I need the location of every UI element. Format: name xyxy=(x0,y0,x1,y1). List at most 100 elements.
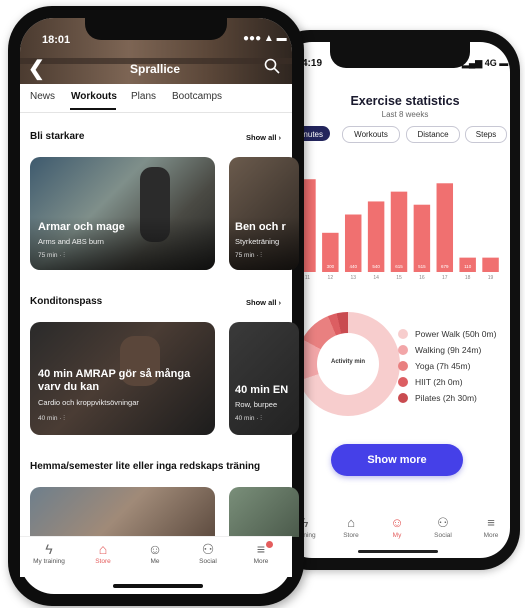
tab-store[interactable]: ⌂ Store xyxy=(78,541,128,565)
donut-legend: Power Walk (50h 0m) Walking (9h 24m) Yog… xyxy=(398,326,496,406)
front-home-indicator xyxy=(113,584,203,588)
bar-value-label: 110 xyxy=(464,264,472,269)
search-icon[interactable] xyxy=(264,58,280,74)
back-tab-social[interactable]: ⚇ Social xyxy=(428,515,458,555)
show-all-link[interactable]: Show all › xyxy=(246,133,281,142)
card-subtitle: Row, burpee xyxy=(235,400,278,409)
x-tick-label: 13 xyxy=(350,275,356,281)
back-tab-more[interactable]: ≡ More xyxy=(476,515,506,555)
card-title: Ben och r xyxy=(235,221,286,233)
workout-card[interactable]: Ben och r Styrketräning 75 min · ⫶ xyxy=(229,157,299,270)
legend-item: Power Walk (50h 0m) xyxy=(398,326,496,342)
legend-dot xyxy=(398,345,408,355)
front-status-icons: ●●● ▲ ▬ xyxy=(243,33,287,44)
filter-steps[interactable]: Steps xyxy=(465,126,507,143)
legend-dot xyxy=(398,393,408,403)
section-title-hemma: Hemma/semester lite eller inga redskaps … xyxy=(30,461,261,472)
tab-me[interactable]: ☺ Me xyxy=(130,541,180,565)
filter-workouts[interactable]: Workouts xyxy=(342,126,400,143)
back-phone-notch xyxy=(330,42,470,68)
workout-card[interactable] xyxy=(30,487,215,537)
menu-icon: ≡ xyxy=(487,515,495,530)
store-icon: ⌂ xyxy=(98,541,108,557)
store-icon: ⌂ xyxy=(347,515,355,530)
bar-17 xyxy=(436,183,454,272)
tab-more[interactable]: ≡ More xyxy=(236,541,286,565)
section-title-bli-starkare: Bli starkare xyxy=(30,131,85,142)
people-icon: ⚇ xyxy=(437,515,449,530)
card-title: Armar och mage xyxy=(38,221,125,233)
filter-distance[interactable]: Distance xyxy=(406,126,460,143)
bar-value-label: 440 xyxy=(349,264,357,269)
active-tab-underline xyxy=(70,108,116,110)
show-all-link[interactable]: Show all › xyxy=(246,298,281,307)
people-icon: ⚇ xyxy=(201,541,215,557)
card-meta: 75 min · ⫶ xyxy=(235,252,262,259)
tab-workouts[interactable]: Workouts xyxy=(71,91,117,102)
level-icon: ⫶ xyxy=(63,252,65,259)
back-status-time: 4:19 xyxy=(302,58,323,69)
x-tick-label: 15 xyxy=(396,275,402,281)
card-meta: 75 min · ⫶ xyxy=(38,252,65,259)
x-tick-label: 16 xyxy=(419,275,425,281)
legend-item: HIIT (2h 0m) xyxy=(398,374,496,390)
stats-subtitle: Last 8 weeks xyxy=(381,110,429,119)
x-tick-label: 11 xyxy=(305,275,310,281)
front-phone-notch xyxy=(85,18,227,40)
section-title-konditonspass: Konditonspass xyxy=(30,296,103,307)
x-tick-label: 17 xyxy=(442,275,448,281)
back-tab-store[interactable]: ⌂ Store xyxy=(336,515,366,555)
bar-14 xyxy=(367,201,385,272)
card-title: 40 min EN xyxy=(235,384,289,396)
x-tick-label: 18 xyxy=(465,275,471,281)
workout-card[interactable]: Armar och mage Arms and ABS burn 75 min … xyxy=(30,157,215,270)
tab-bootcamps[interactable]: Bootcamps xyxy=(172,91,222,102)
legend-item: Walking (9h 24m) xyxy=(398,342,496,358)
bar-15 xyxy=(390,191,408,272)
back-home-indicator xyxy=(358,550,438,553)
minutes-bar-chart: 11 300 12 440 13 540 14 615 15 515 16 679 17 110 18 19 xyxy=(299,179,499,281)
legend-dot xyxy=(398,377,408,387)
bar-value-label: 300 xyxy=(327,264,335,269)
card-meta: 40 min · ⫶ xyxy=(38,415,65,422)
tab-plans[interactable]: Plans xyxy=(131,91,156,102)
app-title: Sprallice xyxy=(129,62,181,76)
bar-value-label: 515 xyxy=(418,264,426,269)
x-tick-label: 19 xyxy=(488,275,494,281)
back-tab-my[interactable]: ☺ My xyxy=(382,515,412,555)
bar-19 xyxy=(482,257,499,272)
workout-card[interactable]: 40 min EN Row, burpee 40 min · ⫶ xyxy=(229,322,299,435)
person-icon: ☺ xyxy=(147,541,163,557)
tab-news[interactable]: News xyxy=(30,91,55,102)
level-icon: ⫶ xyxy=(63,415,65,422)
legend-item: Pilates (2h 30m) xyxy=(398,390,496,406)
back-phone-screen xyxy=(282,42,510,558)
menu-icon: ≡ xyxy=(256,541,266,557)
donut-center-label: Activity min xyxy=(330,359,365,365)
lightning-icon: ϟ xyxy=(45,541,53,557)
person-icon: ☺ xyxy=(390,515,404,530)
front-status-time: 18:01 xyxy=(42,34,71,46)
bar-16 xyxy=(413,204,431,272)
notification-badge xyxy=(266,541,273,548)
level-icon: ⫶ xyxy=(260,415,262,422)
card-meta: 40 min · ⫶ xyxy=(235,415,262,422)
legend-dot xyxy=(398,329,408,339)
card-subtitle: Cardio och kroppviktsövningar xyxy=(38,398,139,407)
back-status-network: ▂▄▆ 4G ▬ xyxy=(462,58,509,68)
legend-dot xyxy=(398,361,408,371)
show-more-button[interactable]: Show more xyxy=(331,444,463,476)
workout-card[interactable] xyxy=(229,487,299,537)
back-arrow-icon[interactable]: ❮ xyxy=(28,56,45,81)
bar-value-label: 615 xyxy=(395,264,403,269)
card-subtitle: Arms and ABS burn xyxy=(38,237,104,246)
level-icon: ⫶ xyxy=(260,252,262,259)
x-tick-label: 12 xyxy=(328,275,334,281)
legend-item: Yoga (7h 45m) xyxy=(398,358,496,374)
bar-value-label: 679 xyxy=(441,264,449,269)
tab-my-training[interactable]: ϟ My training xyxy=(24,541,74,565)
card-title: 40 min AMRAP gör så många varv du kan xyxy=(38,368,191,393)
tab-social[interactable]: ⚇ Social xyxy=(183,541,233,565)
x-tick-label: 14 xyxy=(373,275,379,281)
workout-card[interactable]: 40 min AMRAP gör så många varv du kan Ca… xyxy=(30,322,215,435)
